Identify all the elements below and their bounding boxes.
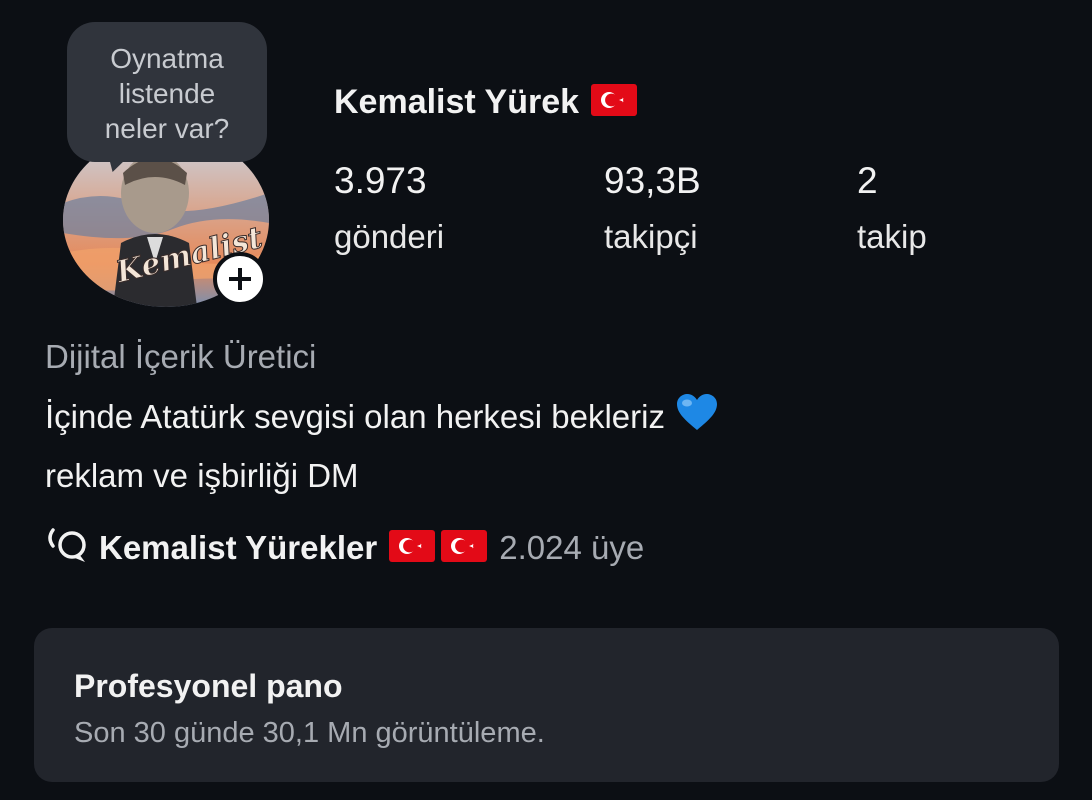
- bio-line-1: İçinde Atatürk sevgisi olan herkesi bekl…: [45, 392, 1045, 441]
- following-count: 2: [857, 160, 878, 201]
- profile-category: Dijital İçerik Üretici: [45, 338, 317, 375]
- profile-header: Kemalist Yürek Oynatma listende neler va…: [0, 0, 1092, 320]
- followers-label: takipçi: [604, 218, 698, 255]
- professional-dashboard-card[interactable]: Profesyonel pano Son 30 günde 30,1 Mn gö…: [34, 628, 1059, 782]
- broadcast-channel-link[interactable]: Kemalist Yürekler 2.024 üye: [45, 526, 644, 570]
- username-row: Kemalist Yürek: [334, 80, 638, 124]
- turkish-flag-icon: [441, 529, 488, 567]
- turkish-flag-icon: [389, 529, 436, 567]
- tooltip-line-3: neler var?: [104, 113, 230, 144]
- posts-label: gönderi: [334, 218, 445, 255]
- following-stat[interactable]: 2 takip: [857, 160, 927, 257]
- playlist-tooltip[interactable]: Oynatma listende neler var?: [67, 22, 267, 162]
- tooltip-line-1: Oynatma: [110, 43, 224, 74]
- channel-flags: [389, 529, 488, 567]
- channel-name: Kemalist Yürekler: [99, 529, 378, 566]
- posts-count: 3.973: [334, 160, 427, 201]
- turkish-flag-icon: [591, 83, 638, 121]
- tooltip-line-2: listende: [118, 78, 216, 109]
- dashboard-title: Profesyonel pano: [74, 668, 343, 704]
- followers-count: 93,3B: [604, 160, 701, 201]
- plus-icon: [229, 268, 251, 290]
- add-story-button[interactable]: [213, 252, 267, 306]
- posts-stat[interactable]: 3.973 gönderi: [334, 160, 444, 257]
- channel-member-count: 2.024 üye: [499, 529, 645, 566]
- username: Kemalist Yürek: [334, 82, 580, 121]
- broadcast-channel-icon: [45, 526, 91, 571]
- bio-line-2: reklam ve işbirliği DM: [45, 456, 1045, 496]
- bio-section: Dijital İçerik Üretici İçinde Atatürk se…: [45, 337, 1045, 496]
- dashboard-subtitle: Son 30 günde 30,1 Mn görüntüleme.: [74, 717, 545, 749]
- blue-heart-icon: [675, 392, 719, 441]
- followers-stat[interactable]: 93,3B takipçi: [604, 160, 701, 257]
- bio-text-2: reklam ve işbirliği DM: [45, 457, 359, 494]
- bio-text-1: İçinde Atatürk sevgisi olan herkesi bekl…: [45, 397, 665, 435]
- following-label: takip: [857, 218, 927, 255]
